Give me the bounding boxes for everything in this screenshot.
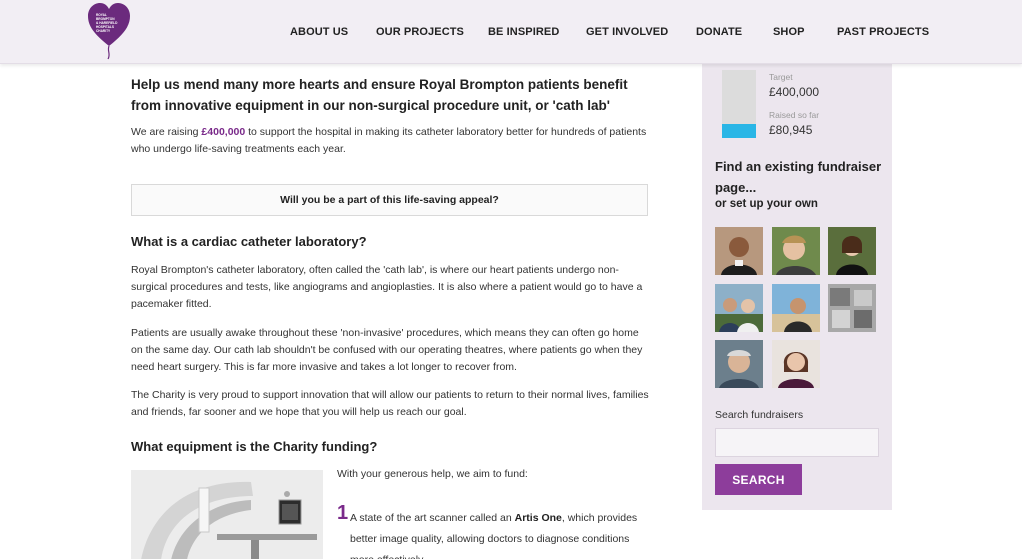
- person-photo-icon: [772, 340, 820, 388]
- charity-logo[interactable]: ROYAL BROMPTON & HAREFIELD HOSPITALS CHA…: [86, 2, 132, 60]
- raising-paragraph: We are raising £400,000 to support the h…: [131, 124, 651, 158]
- cath-lab-paragraph-3: The Charity is very proud to support inn…: [131, 389, 649, 418]
- heart-balloon-logo-icon: ROYAL BROMPTON & HAREFIELD HOSPITALS CHA…: [88, 3, 130, 60]
- target-label: Target: [769, 72, 793, 82]
- group-photo-icon: [828, 284, 876, 332]
- fund-intro: With your generous help, we aim to fund:: [337, 468, 528, 480]
- item-equipment-name: Artis One: [514, 512, 562, 524]
- fundraiser-thumbnail[interactable]: [828, 227, 876, 275]
- fundraiser-thumbnail[interactable]: [772, 340, 820, 388]
- cath-lab-heading: What is a cardiac catheter laboratory?: [131, 234, 367, 249]
- nav-past-projects[interactable]: PAST PROJECTS: [837, 26, 929, 38]
- nav-our-projects[interactable]: OUR PROJECTS: [376, 26, 464, 38]
- target-value: £400,000: [769, 85, 820, 99]
- fundraiser-thumbnail[interactable]: [715, 227, 763, 275]
- nav-be-inspired[interactable]: BE INSPIRED: [488, 26, 559, 38]
- fundraiser-thumbnail[interactable]: [715, 340, 763, 388]
- equipment-item-text: A state of the art scanner called an Art…: [350, 508, 650, 559]
- set-up-own-link[interactable]: or set up your own: [715, 198, 818, 210]
- scanner-illustration-icon: [131, 470, 323, 559]
- search-button[interactable]: SEARCH: [715, 464, 802, 495]
- fundraiser-thumbnail[interactable]: [772, 227, 820, 275]
- fundraising-progress-bar: [722, 70, 756, 138]
- cath-lab-paragraph-1: Royal Brompton's catheter laboratory, of…: [131, 264, 643, 310]
- callout-text: Will you be a part of this life-saving a…: [280, 194, 499, 206]
- nav-get-involved[interactable]: GET INVOLVED: [586, 26, 668, 38]
- fundraiser-thumbnail[interactable]: [772, 284, 820, 332]
- nav-about-us[interactable]: ABOUT US: [290, 26, 348, 38]
- progress-bar-fill: [722, 124, 756, 138]
- search-fundraisers-label: Search fundraisers: [715, 409, 804, 421]
- equipment-heading: What equipment is the Charity funding?: [131, 439, 378, 454]
- site-header: ROYAL BROMPTON & HAREFIELD HOSPITALS CHA…: [0, 0, 1022, 64]
- raised-value: £80,945: [769, 123, 813, 137]
- fundraiser-thumbnail[interactable]: [715, 284, 763, 332]
- svg-text:CHARITY: CHARITY: [96, 29, 111, 33]
- cath-lab-equipment-image: [131, 470, 323, 559]
- fundraiser-thumbnail[interactable]: [828, 284, 876, 332]
- person-photo-icon: [715, 227, 763, 275]
- person-photo-icon: [828, 227, 876, 275]
- nav-shop[interactable]: SHOP: [773, 26, 805, 38]
- raising-amount: £400,000: [201, 126, 246, 138]
- appeal-callout: Will you be a part of this life-saving a…: [131, 184, 648, 216]
- appeal-heading: Help us mend many more hearts and ensure…: [131, 77, 628, 113]
- search-fundraisers-input[interactable]: [715, 428, 879, 457]
- equipment-item-number: 1: [337, 502, 349, 524]
- fundraising-sidebar: Target £400,000 Raised so far £80,945 Fi…: [702, 64, 892, 510]
- people-photo-icon: [715, 284, 763, 332]
- raised-label: Raised so far: [769, 110, 820, 120]
- cath-lab-paragraph-2: Patients are usually awake throughout th…: [131, 327, 643, 373]
- person-photo-icon: [772, 284, 820, 332]
- person-photo-icon: [772, 227, 820, 275]
- item-text-before: A state of the art scanner called an: [350, 512, 515, 524]
- nav-donate[interactable]: DONATE: [696, 26, 742, 38]
- person-photo-icon: [715, 340, 763, 388]
- find-fundraiser-heading[interactable]: Find an existing fundraiser page...: [715, 156, 885, 198]
- raising-text-before: We are raising: [131, 126, 202, 138]
